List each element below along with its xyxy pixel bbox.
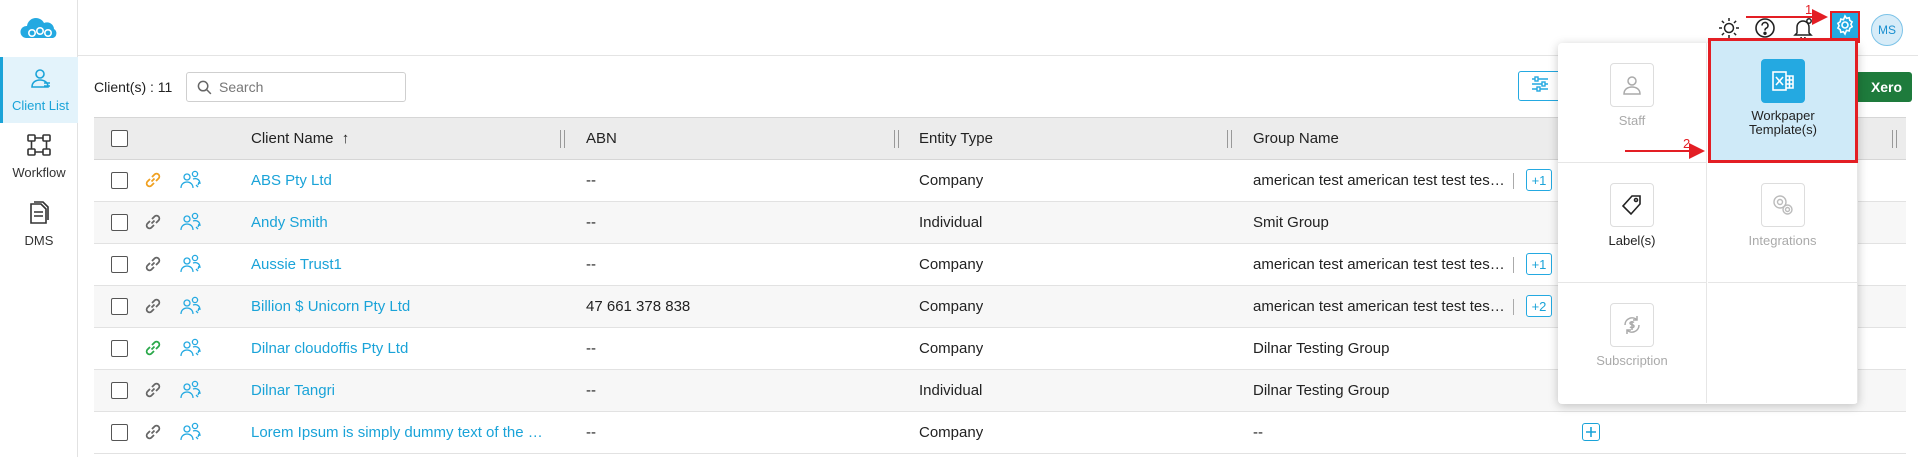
annotation-step-1: 1 <box>1805 2 1813 17</box>
annotation-step-2: 2 <box>1683 136 1691 151</box>
annotation-arrows <box>1625 9 1828 159</box>
